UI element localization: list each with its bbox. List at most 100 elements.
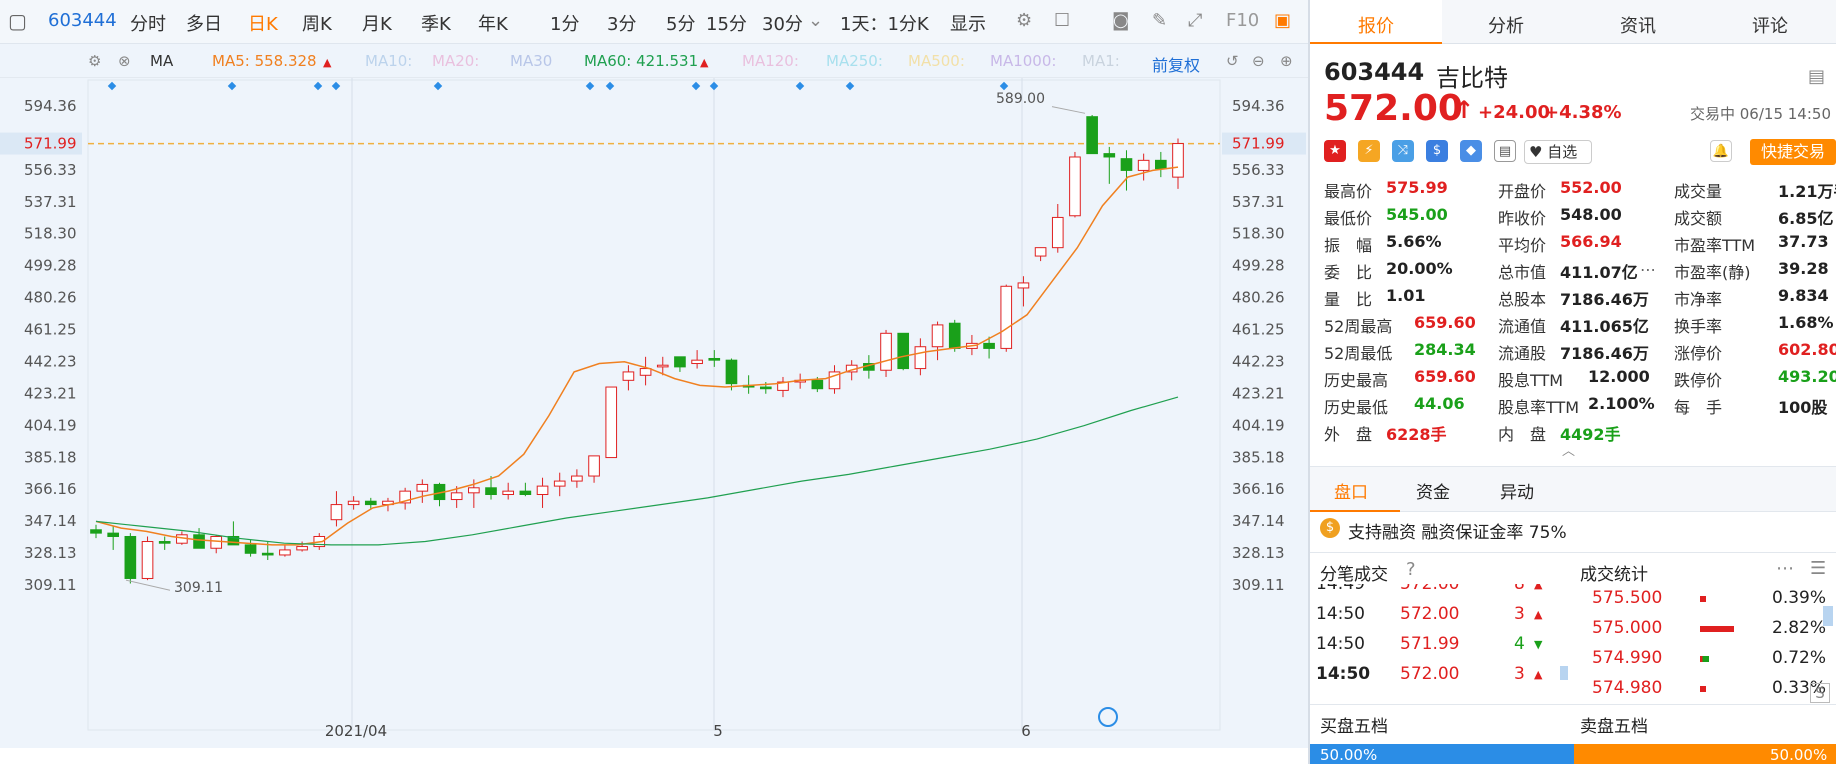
tab-analysis[interactable]: 分析 [1488,12,1524,38]
period-tab-0[interactable]: 分时 [130,10,166,36]
y-tick-left: 556.33 [24,161,77,179]
stats-scrollbar[interactable] [1823,606,1833,626]
more-icon[interactable]: ⋯ [1776,558,1794,579]
stat-value: 566.94 [1560,232,1622,251]
zoom-out-icon[interactable]: ⊖ [1252,52,1265,70]
sidebar-toggle-icon[interactable]: ▢ [8,9,27,33]
period-tab-7[interactable]: 1分 [550,10,579,36]
y-tick-left: 594.36 [24,97,77,115]
candle-body [571,475,583,482]
f10-button[interactable]: F10 [1226,10,1259,31]
display-menu[interactable]: 显示 [950,10,986,36]
dropdown-chevron-icon[interactable]: ⌄ [808,10,823,31]
candle-body [90,529,102,534]
period-tab-2[interactable]: 日K [248,10,278,36]
tag-icon[interactable]: ◆ [1460,140,1482,162]
candle-body [244,544,257,554]
add-watchlist-button[interactable]: ♥ 自选 [1524,140,1592,164]
stat-label: 内 盘 [1498,425,1547,444]
camera-icon[interactable]: ◙ [1112,10,1129,31]
settings-gear-icon[interactable]: ⚙ [1016,10,1032,31]
china-flag-icon: ★ [1324,140,1346,162]
stat-pct: 0.39% [1772,588,1827,608]
price-change-pct: +4.38% [1544,102,1622,123]
list-icon[interactable]: ☰ [1810,558,1826,579]
dollar-icon[interactable]: $ [1426,140,1448,162]
candle-body [656,364,669,368]
candle-body [1034,247,1047,257]
y-tick-left: 571.99 [24,135,77,153]
period-tab-11[interactable]: 30分 [762,10,803,36]
candle-body [725,359,738,385]
stat-value: 552.00 [1560,178,1622,197]
zoom-in-icon[interactable]: ⊕ [1280,52,1293,70]
y-tick-right: 404.19 [1232,416,1285,434]
stat-label: 振 幅 [1324,236,1373,255]
side-panel-toggle-icon[interactable]: ▣ [1274,10,1291,31]
candle-body [983,342,995,349]
subtab-orderbook[interactable]: 盘口 [1334,478,1368,503]
kline-chart: 594.36 594.36 571.99 571.99 556.33 556.33 537.… [0,78,1306,740]
more-stats-icon[interactable]: ⋯ [1640,260,1656,279]
y-tick-left: 442.23 [24,352,77,370]
y-tick-right: 385.18 [1232,448,1285,466]
stat-value: 2.100% [1588,394,1655,413]
high-annotation: 589.00 [996,91,1045,107]
period-tab-8[interactable]: 3分 [607,10,636,36]
period-tab-10[interactable]: 15分 [706,10,747,36]
pencil-icon[interactable]: ✎ [1152,10,1167,31]
ma-close-icon[interactable]: ⊗ [118,52,131,70]
x-tick-label: 5 [713,722,723,740]
stat-label: 开盘价 [1498,182,1547,201]
stat-label: 最高价 [1324,182,1373,201]
bell-icon[interactable]: 🔔 [1710,140,1732,162]
ma60-value: MA60: 421.531 [584,52,699,70]
ma-selector[interactable]: MA [150,52,173,70]
fullscreen-icon[interactable]: ⤢ [1188,10,1202,31]
shuffle-icon[interactable]: ⤨ [1392,140,1414,162]
tab-comments[interactable]: 评论 [1752,12,1788,38]
stat-label: 委 比 [1324,263,1373,282]
period-selector[interactable]: 1天：1分K [840,10,929,36]
stat-value: 20.00% [1386,259,1453,278]
trades-scrollbar[interactable] [1560,666,1568,680]
stat-label: 跌停价 [1674,371,1723,390]
subtab-funds[interactable]: 资金 [1416,478,1450,503]
ma-settings-icon[interactable]: ⚙ [88,52,101,70]
period-tab-1[interactable]: 多日 [186,10,222,36]
sell-ratio-pct: 50.00% [1770,746,1828,764]
trade-price: 571.99 [1400,634,1460,654]
quick-trade-button[interactable]: 快捷交易 [1750,139,1836,165]
candle-body [279,549,291,556]
subtab-anomaly[interactable]: 异动 [1500,478,1534,503]
candle-body [605,386,618,459]
period-tab-6[interactable]: 年K [478,10,508,36]
tick-trades-list[interactable]: 14:49 572.00 8 ▲ 14:50 572.00 3 ▲ 14:50 571.99 4 ▼ 1… [1310,584,1572,702]
tab-quote[interactable]: 报价 [1358,12,1394,38]
notes-icon[interactable]: ▤ [1494,140,1516,162]
tab-news[interactable]: 资讯 [1620,12,1656,38]
candle-body [759,386,772,390]
period-tab-4[interactable]: 月K [362,10,392,36]
period-tab-9[interactable]: 5分 [666,10,695,36]
help-icon[interactable]: ? [1406,559,1416,580]
period-tab-3[interactable]: 周K [302,10,332,36]
candle-body [141,541,154,579]
stats-title: 成交统计 [1580,565,1648,585]
reset-icon[interactable]: ↺ [1226,52,1239,70]
adjust-mode-button[interactable]: 前复权 [1152,52,1200,76]
collapse-chevron-icon[interactable]: ︿ [1562,440,1575,459]
stat-label: 历史最低 [1324,398,1389,417]
panel-menu-icon[interactable]: ▤ [1808,66,1825,87]
y-tick-right: 571.99 [1232,135,1285,153]
switch-s-icon[interactable]: S [1810,683,1830,703]
kline-chart-area[interactable]: 594.36 594.36 571.99 571.99 556.33 556.33 537.… [0,78,1308,748]
drawing-box-icon[interactable]: ☐ [1054,10,1070,31]
stat-value: 659.60 [1414,313,1476,332]
lightning-icon[interactable]: ⚡ [1358,140,1380,162]
stat-value: 659.60 [1414,367,1476,386]
candle-body [450,492,463,501]
period-tab-5[interactable]: 季K [421,10,451,36]
candle-body [347,500,360,506]
stat-value: 1.68% [1778,313,1834,332]
